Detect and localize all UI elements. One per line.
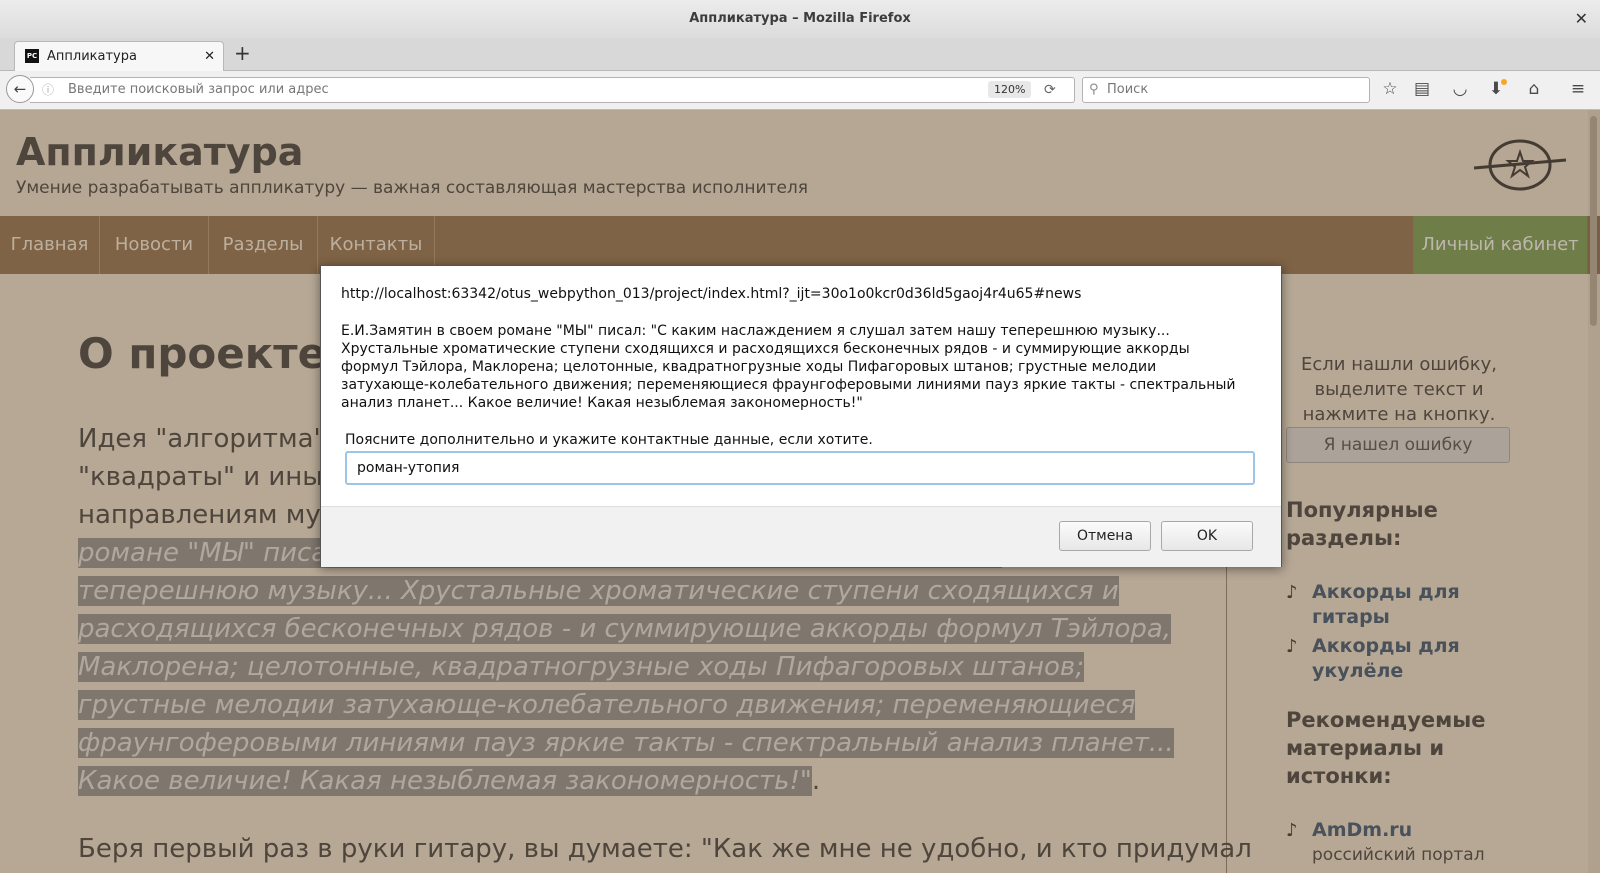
- window-title: Аппликатура – Mozilla Firefox: [689, 11, 911, 26]
- bookmarks-menu-icon[interactable]: ▤: [1410, 77, 1434, 101]
- prompt-dialog: http://localhost:63342/otus_webpython_01…: [320, 265, 1282, 567]
- search-bar[interactable]: ⚲ Поиск: [1082, 77, 1370, 103]
- cancel-button[interactable]: Отмена: [1059, 521, 1151, 551]
- ok-button[interactable]: OK: [1161, 521, 1253, 551]
- dialog-footer: Отмена OK: [321, 506, 1281, 567]
- info-icon[interactable]: ⓘ: [42, 78, 54, 102]
- bookmark-star-icon[interactable]: ☆: [1378, 77, 1402, 101]
- back-button[interactable]: ←: [6, 75, 34, 103]
- new-tab-icon[interactable]: +: [234, 38, 251, 68]
- downloads-icon[interactable]: ⬇: [1484, 77, 1508, 101]
- dialog-origin-url: http://localhost:63342/otus_webpython_01…: [341, 286, 1082, 302]
- dialog-prompt-label: Поясните дополнительно и укажите контакт…: [345, 432, 873, 448]
- search-icon: ⚲: [1089, 82, 1099, 97]
- reload-icon[interactable]: ⟳: [1044, 78, 1056, 102]
- tab-title: Аппликатура: [47, 49, 137, 64]
- close-tab-icon[interactable]: ✕: [204, 42, 215, 71]
- home-icon[interactable]: ⌂: [1522, 77, 1546, 101]
- navigation-toolbar: ⓘ Введите поисковый запрос или адрес 120…: [0, 71, 1600, 110]
- window-titlebar: Аппликатура – Mozilla Firefox ✕: [0, 0, 1600, 38]
- download-badge: [1501, 79, 1507, 85]
- tab-active[interactable]: PC Аппликатура ✕: [14, 41, 224, 71]
- tab-strip: PC Аппликатура ✕ +: [0, 38, 1600, 71]
- pocket-icon[interactable]: ◡: [1448, 77, 1472, 101]
- back-arrow-icon: ←: [13, 80, 27, 98]
- url-bar[interactable]: ⓘ Введите поисковый запрос или адрес 120…: [30, 77, 1075, 103]
- zoom-indicator[interactable]: 120%: [988, 81, 1032, 98]
- dialog-message: Е.И.Замятин в своем романе "МЫ" писал: "…: [341, 323, 1236, 411]
- url-input[interactable]: Введите поисковый запрос или адрес: [68, 78, 329, 102]
- dialog-text-input[interactable]: [345, 451, 1255, 485]
- favicon-icon: PC: [25, 49, 39, 63]
- close-window-icon[interactable]: ✕: [1575, 0, 1588, 38]
- search-input[interactable]: Поиск: [1107, 78, 1148, 102]
- menu-icon[interactable]: ≡: [1566, 77, 1590, 101]
